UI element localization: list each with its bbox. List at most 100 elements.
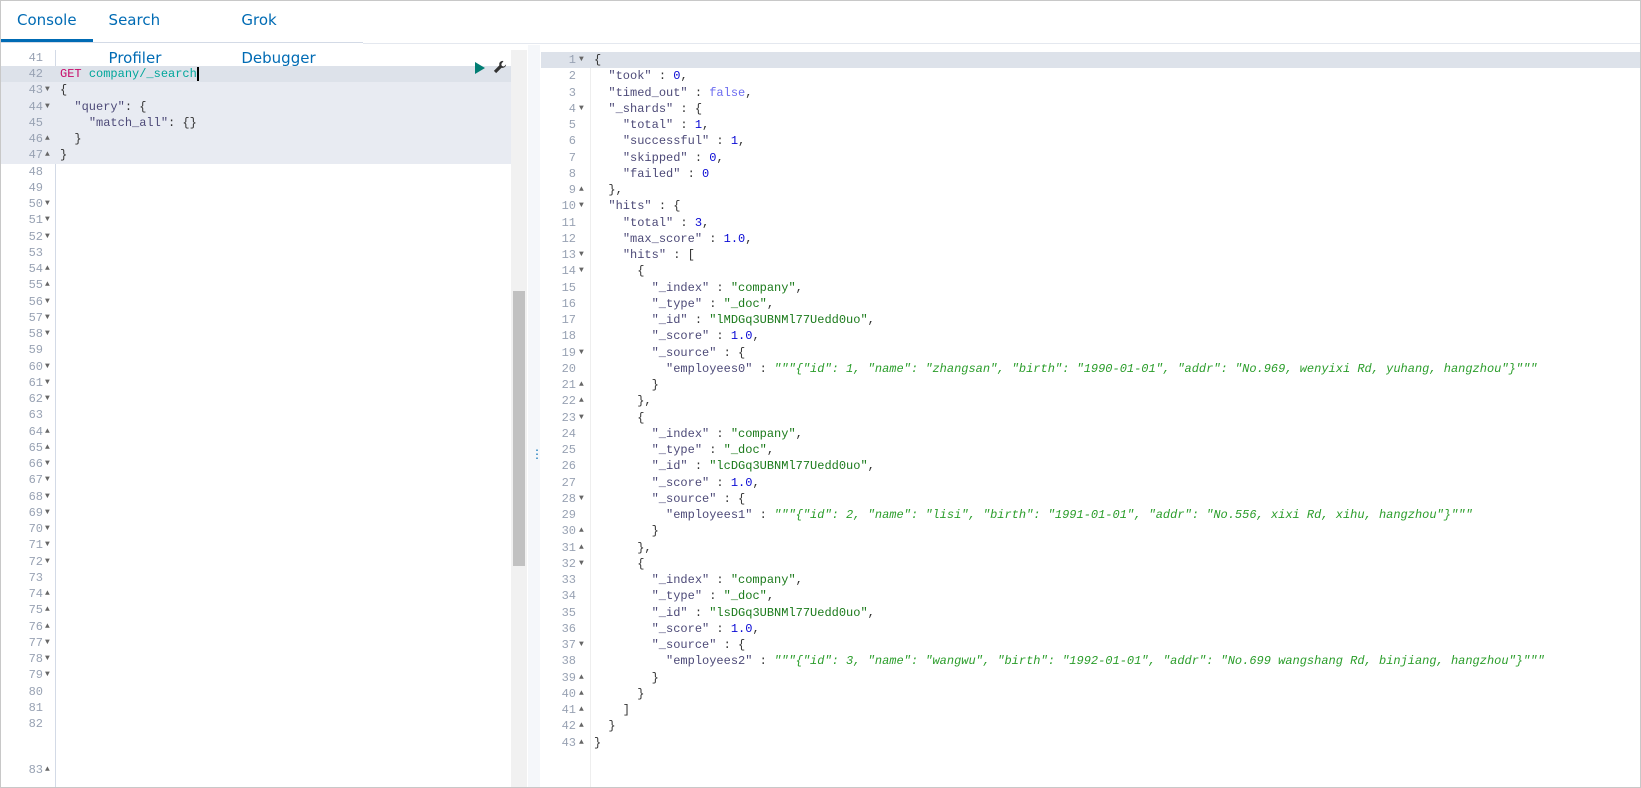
token-key: "_type" [651,443,703,457]
fold-close-icon[interactable]: ▲ [579,182,584,198]
code-line: 12 "max_score" : 1.0, [541,231,1640,247]
fold-open-icon[interactable]: ▼ [579,247,584,263]
fold-open-icon[interactable]: ▼ [45,554,50,570]
tab-grok-debugger[interactable]: Grok Debugger [225,1,363,67]
code-text: "_index" : "company", [594,572,803,588]
fold-close-icon[interactable]: ▲ [45,261,50,277]
fold-open-icon[interactable]: ▼ [579,556,584,572]
token-key: "failed" [622,166,681,181]
fold-open-icon[interactable]: ▼ [45,326,50,342]
line-number: 38 [561,654,576,669]
token-punc [594,134,623,148]
tab-bar: Console Search Profiler Grok Debugger [1,1,363,67]
fold-open-icon[interactable]: ▼ [579,637,584,653]
request-scrollbar[interactable] [511,50,527,787]
code-text: } [594,735,601,751]
fold-close-icon[interactable]: ▲ [45,602,50,618]
code-text: "_type" : "_doc", [594,442,774,458]
fold-close-icon[interactable]: ▲ [45,440,50,456]
fold-close-icon[interactable]: ▲ [45,586,50,602]
fold-close-icon[interactable]: ▲ [45,147,50,163]
code-line: 23 ▼ { [541,410,1640,426]
fold-open-icon[interactable]: ▼ [45,310,50,326]
fold-close-icon[interactable]: ▲ [45,277,50,293]
token-punc: , [702,215,710,230]
fold-open-icon[interactable]: ▼ [579,101,584,117]
fold-open-icon[interactable]: ▼ [45,537,50,553]
code-line: 4 ▼ "_shards" : { [541,101,1640,117]
code-line: 40 ▲ } [541,686,1640,702]
fold-open-icon[interactable]: ▼ [579,52,584,68]
code-line: 57 ▼ [1,310,511,326]
fold-open-icon[interactable]: ▼ [45,359,50,375]
code-line: 50 ▼ [1,196,511,212]
fold-close-icon[interactable]: ▲ [579,540,584,556]
line-number: 53 [28,245,43,260]
fold-close-icon[interactable]: ▲ [45,424,50,440]
token-key: "_index" [651,426,710,441]
fold-open-icon[interactable]: ▼ [45,99,50,115]
tab-search-profiler[interactable]: Search Profiler [93,1,226,67]
token-key: "timed_out" [608,85,688,100]
code-line: 5 "total" : 1, [541,117,1640,133]
token-key: "_score" [651,329,710,344]
fold-close-icon[interactable]: ▲ [45,762,50,778]
fold-close-icon[interactable]: ▲ [45,619,50,635]
scrollbar-thumb[interactable] [513,291,525,566]
fold-open-icon[interactable]: ▼ [45,667,50,683]
token-bool: false [709,85,746,100]
fold-close-icon[interactable]: ▲ [579,718,584,734]
request-editor[interactable]: 41 42 GET company/_search 43 ▼{44 ▼ "query": … [1,50,511,787]
fold-close-icon[interactable]: ▲ [579,702,584,718]
fold-open-icon[interactable]: ▼ [579,491,584,507]
code-text: "max_score" : 1.0, [594,231,753,247]
fold-open-icon[interactable]: ▼ [579,198,584,214]
line-number: 47 [28,148,43,163]
fold-open-icon[interactable]: ▼ [45,212,50,228]
fold-close-icon[interactable]: ▲ [45,131,50,147]
tab-console[interactable]: Console [1,1,93,42]
line-number: 70 [28,522,43,537]
fold-open-icon[interactable]: ▼ [45,521,50,537]
line-number: 5 [568,118,576,132]
token-punc: } [594,735,602,750]
token-punc: : [709,134,731,149]
fold-open-icon[interactable]: ▼ [45,651,50,667]
fold-open-icon[interactable]: ▼ [579,345,584,361]
code-line: 81 [1,700,511,716]
fold-close-icon[interactable]: ▲ [579,523,584,539]
fold-open-icon[interactable]: ▼ [45,229,50,245]
token-punc: : [709,280,731,295]
fold-open-icon[interactable]: ▼ [45,489,50,505]
fold-open-icon[interactable]: ▼ [45,196,50,212]
code-text: "_source" : { [594,637,746,653]
pane-resizer[interactable]: ⋮ [528,45,543,787]
code-line: 66 ▼ [1,456,511,472]
token-punc [594,654,666,668]
wrench-icon[interactable] [493,60,507,74]
code-line: 8 "failed" : 0 [541,166,1640,182]
token-punc: : {} [168,115,197,130]
fold-close-icon[interactable]: ▲ [579,735,584,751]
token-punc [60,100,74,114]
fold-open-icon[interactable]: ▼ [45,82,50,98]
token-punc: }, [594,394,652,409]
fold-open-icon[interactable]: ▼ [45,294,50,310]
fold-open-icon[interactable]: ▼ [45,505,50,521]
fold-open-icon[interactable]: ▼ [45,391,50,407]
fold-close-icon[interactable]: ▲ [579,670,584,686]
fold-open-icon[interactable]: ▼ [579,263,584,279]
fold-close-icon[interactable]: ▲ [579,393,584,409]
fold-open-icon[interactable]: ▼ [579,410,584,426]
fold-close-icon[interactable]: ▲ [579,377,584,393]
code-line: 73 [1,570,511,586]
token-punc: , [680,69,688,84]
fold-open-icon[interactable]: ▼ [45,635,50,651]
play-icon[interactable] [475,62,485,74]
fold-open-icon[interactable]: ▼ [45,375,50,391]
fold-open-icon[interactable]: ▼ [45,472,50,488]
fold-open-icon[interactable]: ▼ [45,456,50,472]
fold-close-icon[interactable]: ▲ [579,686,584,702]
token-num: 3 [694,215,703,230]
response-viewer[interactable]: 1 ▼{2 "took" : 0, 3 "timed_out" : false, 4 ▼… [541,52,1640,787]
